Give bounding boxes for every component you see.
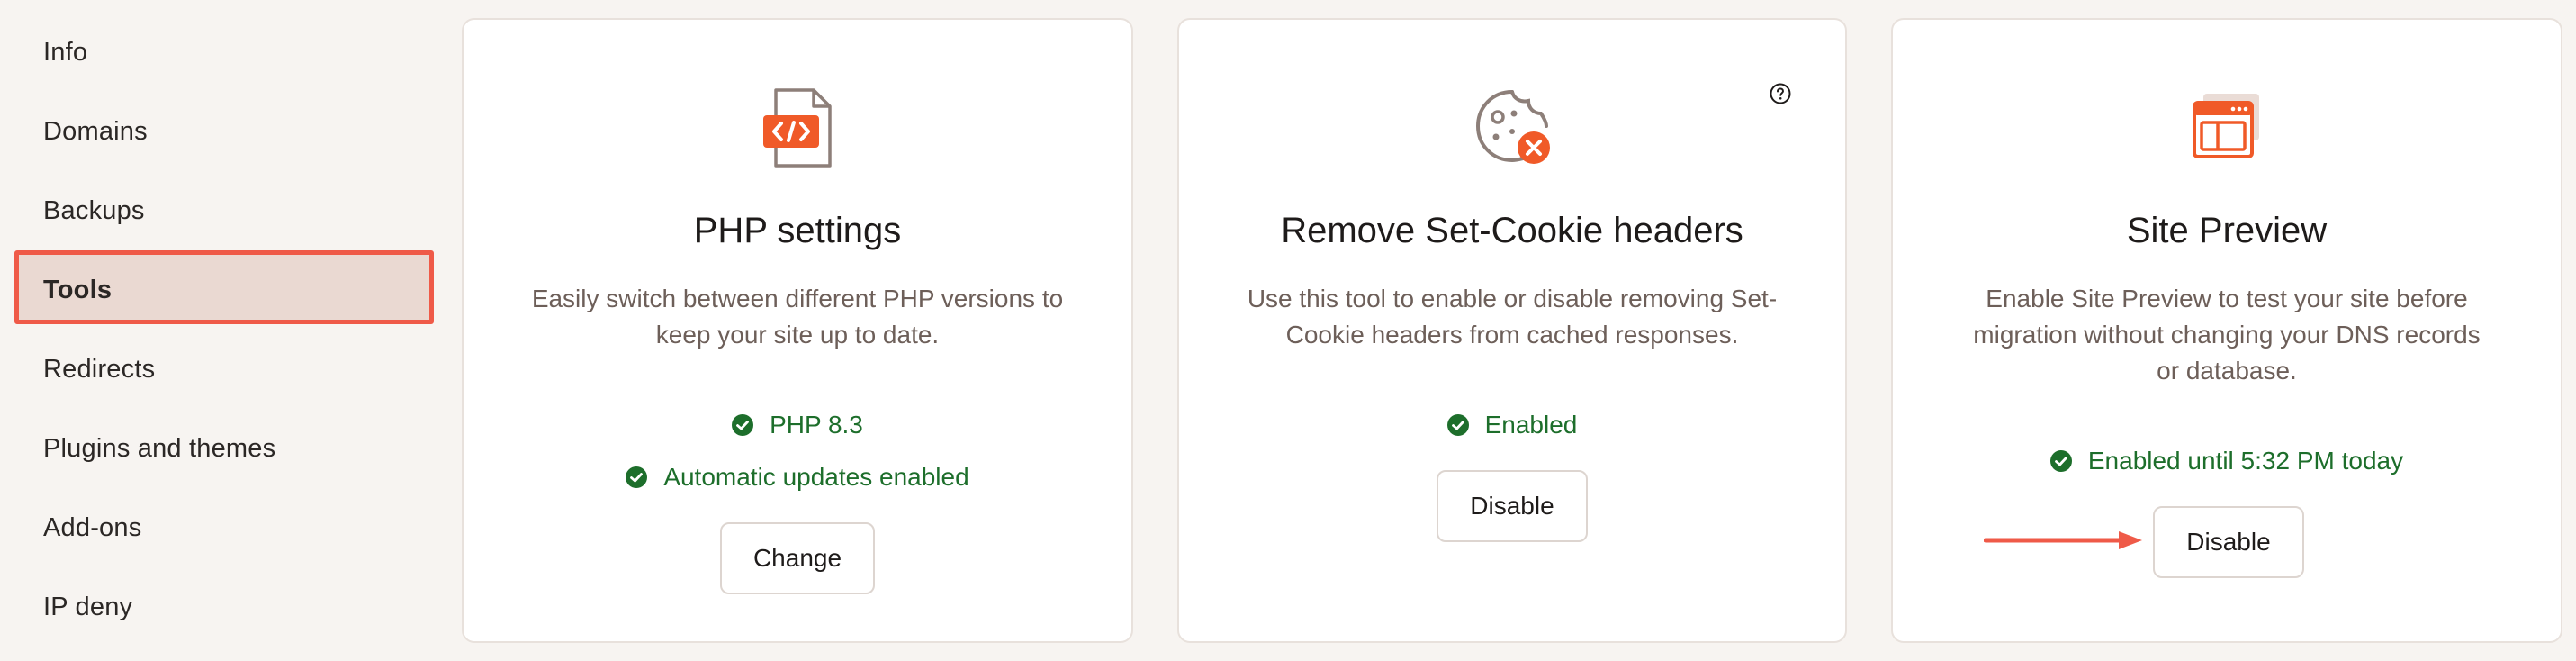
disable-cookie-removal-button[interactable]: Disable xyxy=(1437,470,1588,542)
php-version-status: PHP 8.3 xyxy=(464,411,1131,439)
sidebar-item-domains[interactable]: Domains xyxy=(43,113,148,149)
php-code-file-icon xyxy=(752,83,842,173)
site-preview-status: Enabled until 5:32 PM today xyxy=(1893,447,2561,475)
card-title: Remove Set-Cookie headers xyxy=(1281,211,1743,250)
sidebar: Info Domains Backups Tools Redirects Plu… xyxy=(0,0,450,661)
card-description: Enable Site Preview to test your site be… xyxy=(1973,285,2481,385)
change-php-button[interactable]: Change xyxy=(720,522,875,594)
sidebar-item-backups[interactable]: Backups xyxy=(43,193,145,229)
card-title: Site Preview xyxy=(2126,211,2328,250)
sidebar-item-redirects[interactable]: Redirects xyxy=(43,351,155,387)
status-text: PHP 8.3 xyxy=(770,411,863,439)
site-preview-browser-icon xyxy=(2182,83,2272,173)
card-description: Easily switch between different PHP vers… xyxy=(531,285,1064,349)
status-text: Enabled until 5:32 PM today xyxy=(2087,447,2404,475)
disable-site-preview-button[interactable]: Disable xyxy=(2153,506,2304,578)
check-circle-icon xyxy=(732,414,754,436)
check-circle-icon xyxy=(1446,414,1469,436)
sidebar-item-plugins-and-themes[interactable]: Plugins and themes xyxy=(43,430,275,466)
help-icon[interactable] xyxy=(1770,83,1791,104)
remove-set-cookie-card: Remove Set-Cookie headers Use this tool … xyxy=(1177,18,1847,643)
card-description: Use this tool to enable or disable remov… xyxy=(1247,285,1778,349)
sidebar-item-tools[interactable]: Tools xyxy=(43,272,112,308)
check-circle-icon xyxy=(2049,450,2072,472)
status-text: Enabled xyxy=(1484,411,1578,439)
php-settings-card: PHP settings Easily switch between diffe… xyxy=(462,18,1133,643)
sidebar-item-ip-deny[interactable]: IP deny xyxy=(43,589,132,625)
sidebar-item-info[interactable]: Info xyxy=(43,34,87,70)
card-title: PHP settings xyxy=(693,211,902,250)
cookie-header-status: Enabled xyxy=(1179,411,1845,439)
annotation-arrow-icon xyxy=(1984,531,2142,549)
automatic-updates-status: Automatic updates enabled xyxy=(464,463,1131,492)
sidebar-item-add-ons[interactable]: Add-ons xyxy=(43,510,141,546)
check-circle-icon xyxy=(626,466,648,488)
cookie-remove-icon xyxy=(1467,83,1557,173)
status-text: Automatic updates enabled xyxy=(663,463,969,491)
